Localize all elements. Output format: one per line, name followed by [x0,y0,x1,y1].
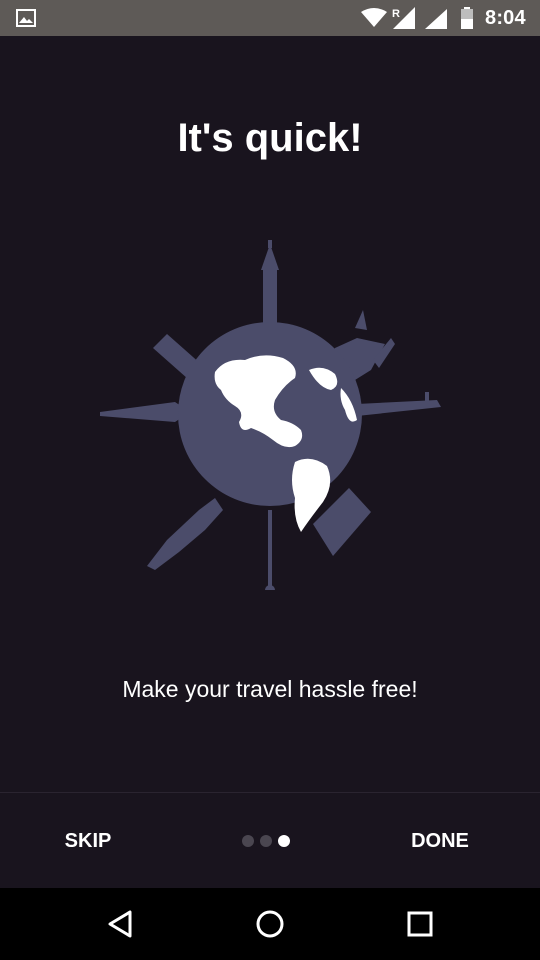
onboarding-controls: SKIP DONE [0,792,540,889]
skip-button[interactable]: SKIP [40,823,136,859]
page-dot-3-active[interactable] [278,835,290,847]
signal-roaming-icon: R [392,7,415,29]
status-bar: R 8:04 [0,0,540,36]
wifi-icon [361,8,387,27]
page-subtitle: Make your travel hassle free! [122,676,418,702]
page-title: It's quick! [177,116,363,160]
roaming-label: R [392,8,400,20]
page-dot-1[interactable] [242,835,254,847]
globe-with-landmarks-illustration [100,240,441,590]
battery-icon [461,7,473,29]
back-icon[interactable] [100,904,140,944]
page-dot-2[interactable] [260,835,272,847]
signal-icon [425,9,447,29]
done-button[interactable]: DONE [392,823,488,859]
system-navigation-bar [0,888,540,960]
status-clock: 8:04 [485,7,526,29]
gallery-icon [16,9,36,27]
onboarding-page: It's quick! Make your travel hassle free… [0,36,540,792]
home-icon[interactable] [250,904,290,944]
recents-icon[interactable] [400,904,440,944]
page-indicator [240,835,300,849]
